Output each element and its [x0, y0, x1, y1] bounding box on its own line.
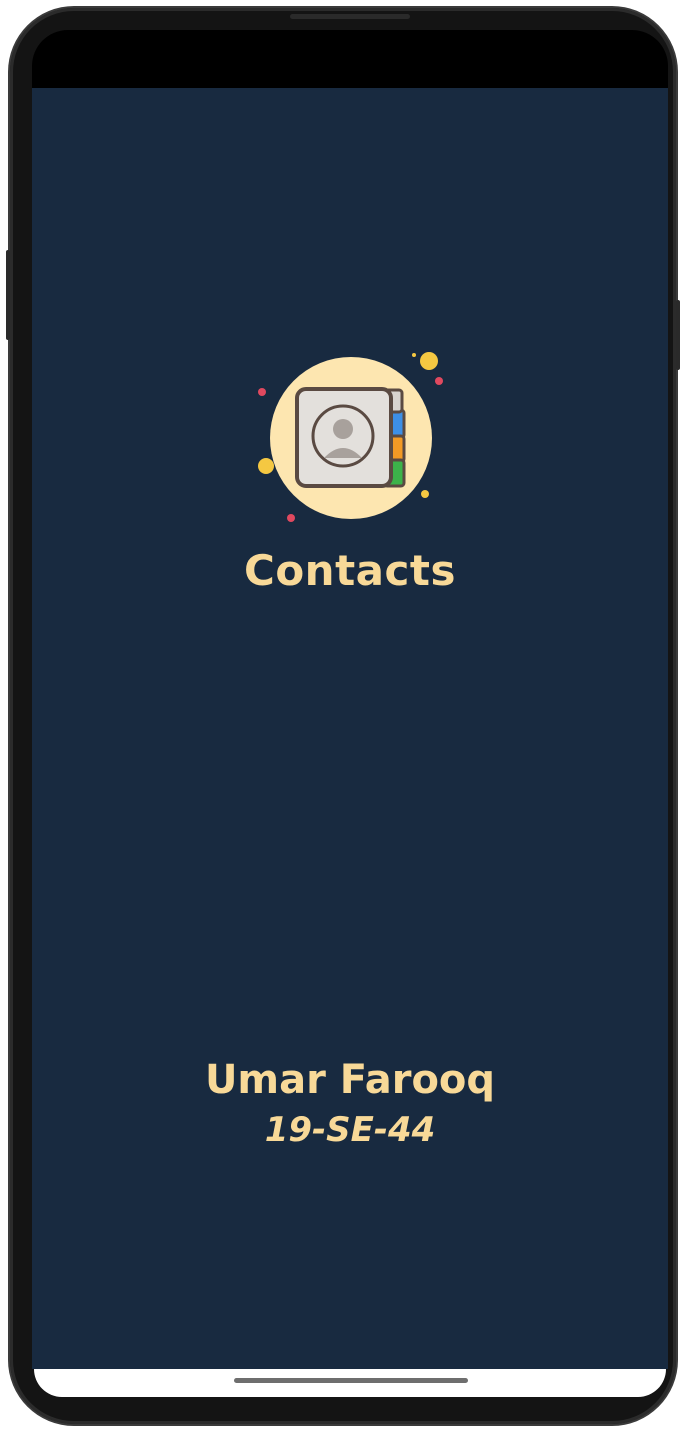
home-indicator[interactable] — [234, 1378, 468, 1383]
volume-button — [6, 250, 10, 340]
confetti-dot — [412, 353, 416, 357]
confetti-dot — [420, 352, 438, 370]
confetti-dot — [287, 514, 295, 522]
power-button — [676, 300, 680, 370]
confetti-dot — [421, 490, 429, 498]
confetti-dot — [435, 377, 443, 385]
navigation-bar — [34, 1369, 666, 1397]
status-bar — [32, 30, 668, 88]
contacts-book-icon — [258, 352, 443, 522]
confetti-dot — [258, 388, 266, 396]
earpiece-speaker — [290, 14, 410, 19]
app-title: Contacts — [244, 546, 456, 595]
author-id: 19-SE-44 — [264, 1110, 436, 1150]
author-name: Umar Farooq — [204, 1057, 496, 1103]
confetti-dot — [258, 458, 274, 474]
splash-screen — [32, 88, 668, 1369]
